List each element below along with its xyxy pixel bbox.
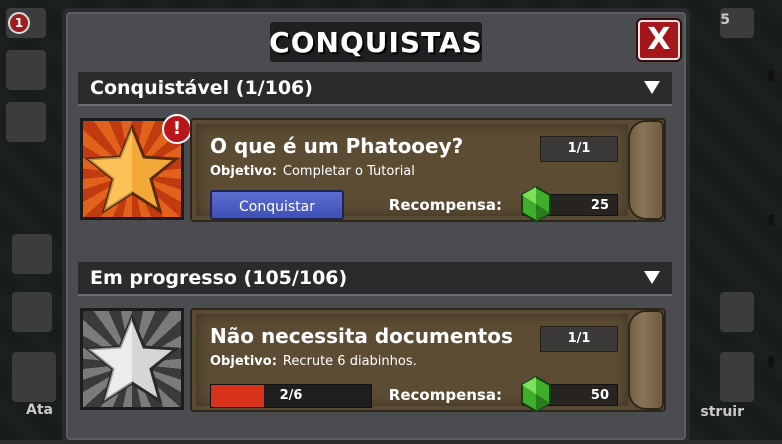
build-label: struir	[700, 404, 744, 420]
section-header-claimable[interactable]: Conquistável (1/106)	[78, 72, 672, 106]
right-hud: 5 struir	[700, 0, 782, 440]
left-hud: 1 Ata	[0, 0, 60, 440]
gem-icon	[521, 376, 551, 412]
completion-count: 1/1	[540, 326, 618, 352]
hud-resource-count: 5	[720, 12, 730, 28]
upgrade-arrows-icon[interactable]	[718, 290, 756, 334]
objective-line: Objetivo: Completar o Tutorial	[210, 164, 415, 179]
gem-icon	[521, 186, 551, 222]
section-header-in-progress[interactable]: Em progresso (105/106)	[78, 262, 672, 296]
nav-dot	[768, 356, 774, 368]
scroll-body: Não necessita documentos Objetivo: Recrut…	[196, 314, 628, 412]
objective-label: Objetivo:	[210, 164, 277, 179]
section-label: Em progresso (105/106)	[90, 267, 348, 289]
claim-button[interactable]: Conquistar	[210, 190, 344, 220]
nav-dot	[768, 70, 774, 82]
silver-star-badge	[80, 308, 184, 410]
reward-label: Recompensa:	[388, 386, 502, 404]
title-plate: CONQUISTAS	[269, 22, 483, 62]
page-title: CONQUISTAS	[269, 25, 483, 59]
attack-button[interactable]	[10, 350, 58, 404]
scroll-body: O que é um Phatooey? Objetivo: Completar …	[196, 124, 628, 222]
objective-text: Recrute 6 diabinhos.	[282, 354, 417, 369]
build-button[interactable]	[718, 350, 756, 404]
alert-icon: !	[162, 114, 192, 144]
progress-bar: 2/6	[210, 384, 372, 408]
shield-icon[interactable]	[10, 290, 54, 334]
scroll-roll	[628, 120, 664, 220]
hud-level-badge: 1	[8, 12, 30, 34]
reward-label: Recompensa:	[388, 196, 502, 214]
achievement-card: O que é um Phatooey? Objetivo: Completar …	[190, 118, 666, 222]
chevron-down-icon[interactable]	[644, 271, 660, 284]
chevron-down-icon[interactable]	[644, 81, 660, 94]
attack-label: Ata	[26, 402, 53, 418]
trophy-icon[interactable]	[4, 48, 48, 92]
completion-count: 1/1	[540, 136, 618, 162]
close-button[interactable]: X	[638, 20, 680, 60]
achievements-star-icon[interactable]	[10, 232, 54, 276]
achievements-panel: CONQUISTAS X Conquistável (1/106) ! O qu…	[62, 8, 690, 444]
achievement-title: O que é um Phatooey?	[210, 134, 464, 158]
objective-line: Objetivo: Recrute 6 diabinhos.	[210, 354, 417, 369]
play-icon[interactable]	[4, 100, 48, 144]
scroll-roll	[628, 310, 664, 410]
nav-dot	[768, 214, 774, 226]
objective-label: Objetivo:	[210, 354, 277, 369]
achievement-title: Não necessita documentos	[210, 324, 513, 348]
achievement-card: Não necessita documentos Objetivo: Recrut…	[190, 308, 666, 412]
star-icon	[84, 312, 180, 405]
objective-text: Completar o Tutorial	[282, 164, 415, 179]
progress-text: 2/6	[279, 388, 303, 403]
section-label: Conquistável (1/106)	[90, 77, 313, 99]
